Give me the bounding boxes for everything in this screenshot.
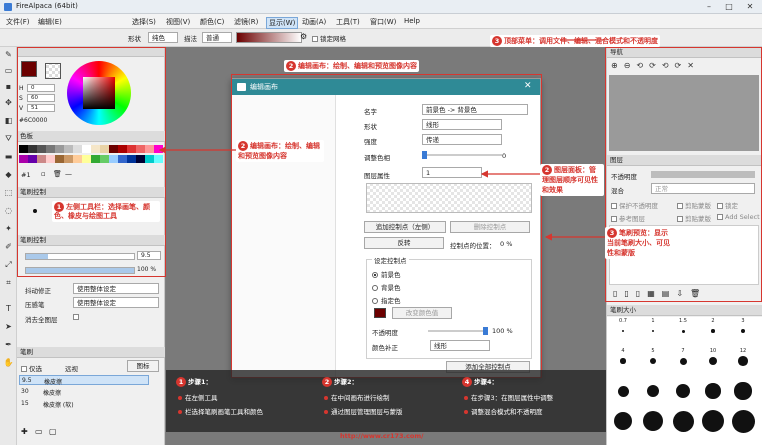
step-4-line-b-text: 调整混合模式和不透明度 bbox=[471, 408, 543, 416]
step-1-title: 1 步骤1： bbox=[176, 376, 212, 387]
step-2-title-text: 步骤2： bbox=[334, 378, 359, 386]
step-1-line-b: 栏选择笔刷画笔工具和颜色 bbox=[178, 406, 263, 416]
step-4-line-a: 在步骤3：在图层属性中调整 bbox=[464, 392, 553, 402]
step-4-line-a-text: 在步骤3：在图层属性中调整 bbox=[471, 394, 554, 402]
step-4-title-text: 步骤4： bbox=[474, 378, 499, 386]
step-2-line-a: 在中间画布进行绘制 bbox=[324, 392, 390, 402]
step-4-title: 4 步骤4： bbox=[462, 376, 498, 387]
steps-banner: 1 步骤1： 在左侧工具 栏选择笔刷画笔工具和颜色 2 步骤2： 在中间画布进行绘制… bbox=[166, 370, 606, 432]
step-1-line-a: 在左侧工具 bbox=[178, 392, 218, 402]
step-4-line-b: 调整混合模式和不透明度 bbox=[464, 406, 543, 416]
source-url: http://www.cr173.com/ bbox=[340, 432, 424, 440]
step-1-line-b-text: 栏选择笔刷画笔工具和颜色 bbox=[185, 408, 263, 416]
step-2-title: 2 步骤2： bbox=[322, 376, 358, 387]
step-1-line-a-text: 在左侧工具 bbox=[185, 394, 218, 402]
step-1-title-text: 步骤1： bbox=[188, 378, 213, 386]
step-2-line-a-text: 在中间画布进行绘制 bbox=[331, 394, 390, 402]
step-2-line-b-text: 通过图层管理图层与蒙版 bbox=[331, 408, 403, 416]
step-2-line-b: 通过图层管理图层与蒙版 bbox=[324, 406, 403, 416]
